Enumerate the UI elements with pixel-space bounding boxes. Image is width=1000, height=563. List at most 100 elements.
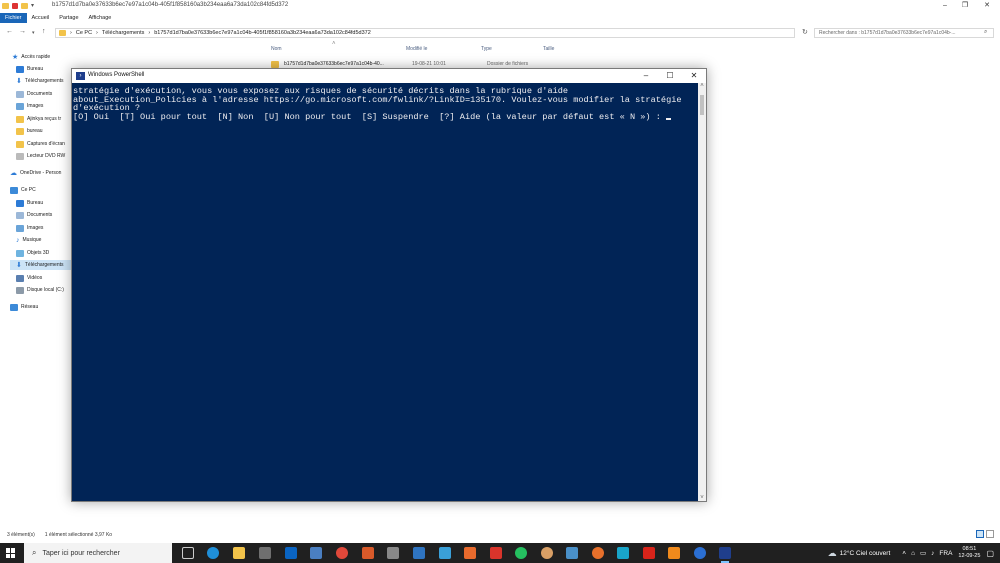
tab-fichier[interactable]: Fichier	[0, 13, 27, 23]
console-output[interactable]: stratégie d'exécution, vous vous exposez…	[72, 83, 698, 501]
breadcrumb-ce-pc[interactable]: Ce PC	[76, 30, 92, 36]
video-icon	[16, 274, 24, 282]
up-arrow-icon[interactable]: ↑	[42, 28, 46, 35]
back-arrow-icon[interactable]: ←	[6, 28, 13, 35]
cloud-weather-icon[interactable]: ☁	[828, 548, 837, 559]
column-header-type[interactable]: Type	[481, 46, 492, 52]
app-icon[interactable]	[541, 547, 553, 559]
app-icon[interactable]	[439, 547, 451, 559]
breadcrumb-separator-icon: ›	[96, 30, 98, 36]
app-icon[interactable]	[694, 547, 706, 559]
nav-label: Bureau	[27, 66, 44, 72]
nav-label: Documents	[27, 91, 53, 97]
recent-locations-icon[interactable]: ▾	[32, 30, 35, 36]
text-cursor	[666, 118, 672, 120]
chevron-down-icon[interactable]: ▾	[31, 2, 34, 9]
windows-start-icon[interactable]	[6, 548, 16, 558]
refresh-icon[interactable]: ↻	[802, 28, 808, 36]
nav-label: Documents	[27, 212, 53, 218]
weather-text[interactable]: 12°C Ciel couvert	[840, 550, 891, 557]
powershell-titlebar[interactable]: › Windows PowerShell – ☐ ✕	[72, 69, 706, 83]
maximize-button[interactable]: ☐	[658, 69, 682, 83]
taskbar: ⌕ Taper ici pour rechercher ☁ 12°C Ciel …	[0, 543, 1000, 563]
store-icon[interactable]	[259, 547, 271, 559]
forward-arrow-icon[interactable]: →	[19, 28, 26, 35]
console-prompt: [O] Oui [T] Oui pour tout [N] Non [U] No…	[73, 111, 667, 122]
breadcrumb-telechargements[interactable]: Téléchargements	[102, 30, 145, 36]
chevron-up-icon[interactable]: ˄	[902, 550, 906, 557]
scrollbar[interactable]: ˄ ˅	[698, 83, 706, 501]
edge-icon[interactable]	[207, 547, 219, 559]
new-folder-icon[interactable]	[21, 2, 28, 9]
explorer-titlebar: ▾ b1757d1d7ba0e37633b6ec7e97a1c04b-405f1…	[0, 0, 1000, 11]
item-count: 3 élément(s)	[7, 532, 35, 538]
nav-label: bureau	[27, 128, 43, 134]
network-icon[interactable]: ⌂	[911, 550, 915, 557]
address-bar[interactable]: › Ce PC › Téléchargements › b1757d1d7ba0…	[55, 28, 795, 38]
taskbar-search-input[interactable]: ⌕ Taper ici pour rechercher	[24, 543, 172, 563]
calculator-icon[interactable]	[387, 547, 399, 559]
close-button[interactable]: ✕	[682, 69, 706, 83]
file-explorer-icon[interactable]	[233, 547, 245, 559]
app-icon[interactable]	[413, 547, 425, 559]
nav-label: Bureau	[27, 200, 44, 206]
outlook-icon[interactable]	[285, 547, 297, 559]
column-header-modified[interactable]: Modifié le	[406, 46, 427, 52]
minimize-button[interactable]: –	[634, 69, 658, 83]
scroll-down-icon[interactable]: ˅	[698, 495, 706, 501]
acrobat-icon[interactable]	[643, 547, 655, 559]
selection-info: 1 élément sélectionné 3,97 Ko	[44, 532, 113, 538]
firefox-icon[interactable]	[592, 547, 604, 559]
volume-icon[interactable]: ♪	[931, 550, 934, 557]
powershell-taskbar-icon[interactable]	[719, 547, 731, 563]
clock[interactable]: 08:51 12-09-25	[958, 546, 980, 560]
sort-ascending-icon: ˄	[332, 41, 336, 47]
task-view-icon[interactable]	[182, 547, 194, 559]
nav-label: Accès rapide	[21, 54, 51, 60]
chrome-icon[interactable]	[336, 547, 348, 559]
breadcrumb-current-folder[interactable]: b1757d1d7ba0e37633b6ec7e97a1c04b-405f1f8…	[154, 30, 371, 36]
nav-label: Ce PC	[21, 187, 36, 193]
maximize-button[interactable]: ❐	[955, 0, 975, 11]
app-icon[interactable]	[617, 547, 629, 559]
minimize-button[interactable]: –	[935, 0, 955, 11]
tab-affichage[interactable]: Affichage	[84, 13, 117, 23]
scrollbar-thumb[interactable]	[700, 95, 704, 115]
nav-label: Téléchargements	[24, 78, 64, 84]
download-icon: ⬇	[16, 262, 22, 269]
column-header-name[interactable]: Nom	[271, 46, 282, 52]
language-indicator[interactable]: FRA	[939, 550, 952, 557]
file-name: b1757d1d7ba0e37633b6ec7e97a1c04b-40...	[284, 61, 384, 67]
system-tray: ☁ 12°C Ciel couvert ˄ ⌂ ▭ ♪ FRA 08:51 12…	[828, 543, 1000, 563]
nav-quick-access[interactable]: ★ Accès rapide	[12, 52, 86, 62]
column-header-size[interactable]: Taille	[543, 46, 554, 52]
close-button[interactable]: ✕	[977, 0, 997, 11]
scroll-up-icon[interactable]: ˄	[698, 83, 706, 89]
search-input[interactable]: Rechercher dans : b1757d1d7ba0e37633b6ec…	[814, 28, 994, 38]
battery-icon[interactable]: ▭	[920, 549, 926, 557]
console-prompt-line: [O] Oui [T] Oui pour tout [N] Non [U] No…	[73, 111, 697, 122]
status-bar: 3 élément(s) 1 élément sélectionné 3,97 …	[0, 530, 1000, 540]
app-icon[interactable]	[490, 547, 502, 559]
brave-icon[interactable]	[464, 547, 476, 559]
breadcrumb-separator-icon: ›	[70, 30, 72, 36]
folder-icon	[16, 140, 24, 148]
images-icon	[16, 102, 24, 110]
app-icon[interactable]	[362, 547, 374, 559]
tab-partage[interactable]: Partage	[54, 13, 83, 23]
notification-icon[interactable]: ▢	[986, 549, 994, 558]
notepad-icon[interactable]	[566, 547, 578, 559]
search-icon: ⌕	[984, 29, 988, 35]
folder-icon[interactable]	[2, 2, 9, 9]
images-icon	[16, 224, 24, 232]
details-view-icon[interactable]	[976, 530, 984, 538]
whatsapp-icon[interactable]	[515, 547, 527, 559]
powershell-window: › Windows PowerShell – ☐ ✕ stratégie d'e…	[71, 68, 707, 502]
tab-accueil[interactable]: Accueil	[27, 13, 55, 23]
large-icons-view-icon[interactable]	[986, 530, 994, 538]
properties-icon[interactable]	[12, 2, 18, 9]
vlc-icon[interactable]	[668, 547, 680, 559]
network-app-icon[interactable]	[310, 547, 322, 559]
nav-label: Lecteur DVD RW	[27, 153, 66, 159]
file-type: Dossier de fichiers	[487, 61, 529, 67]
